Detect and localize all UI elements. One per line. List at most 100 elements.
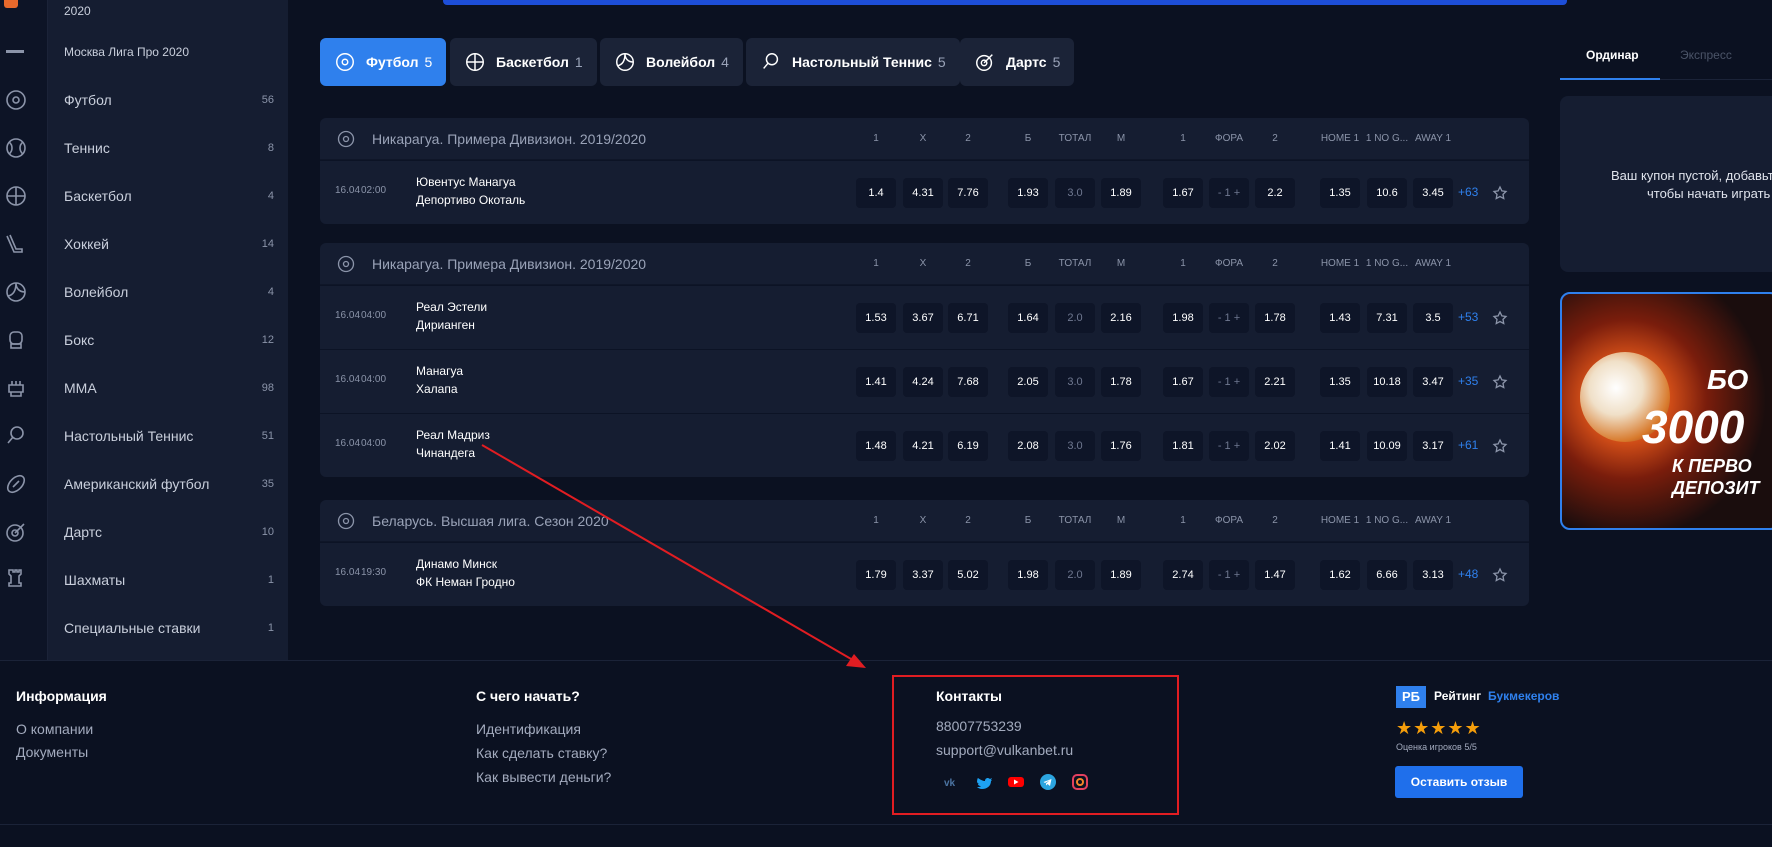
boxing-glove-icon[interactable] (4, 328, 28, 352)
odds-button[interactable]: 1.47 (1255, 560, 1295, 590)
odds-button[interactable]: - 1 + (1209, 431, 1249, 461)
tab-volleyball[interactable]: Волейбол 4 (600, 38, 743, 86)
tab-football[interactable]: Футбол 5 (320, 38, 447, 86)
more-markets-link[interactable]: +61 (1458, 438, 1478, 452)
odds-button[interactable]: 1.98 (1008, 560, 1048, 590)
odds-button[interactable]: 7.31 (1367, 303, 1407, 333)
league-header[interactable]: Никарагуа. Примера Дивизион. 2019/2020 1 X… (320, 118, 1529, 160)
odds-button[interactable]: 3.45 (1413, 178, 1453, 208)
odds-button[interactable]: 3.37 (903, 560, 943, 590)
rating-link[interactable]: Букмекеров (1488, 689, 1559, 703)
odds-button[interactable]: 1.41 (1320, 431, 1360, 461)
odds-button[interactable]: 7.68 (948, 367, 988, 397)
favorite-star-icon[interactable] (1492, 567, 1508, 583)
sidebar-item-table-tennis[interactable]: Настольный Теннис 51 (64, 426, 274, 446)
sidebar-item-special-bets[interactable]: Специальные ставки 1 (64, 618, 274, 638)
odds-button[interactable]: 1.4 (856, 178, 896, 208)
footer-link-documents[interactable]: Документы (16, 744, 88, 760)
odds-button[interactable]: 1.35 (1320, 178, 1360, 208)
odds-button[interactable]: 1.48 (856, 431, 896, 461)
sidebar-item-mma[interactable]: MMA 98 (64, 378, 274, 398)
odds-button[interactable]: 6.19 (948, 431, 988, 461)
odds-button[interactable]: - 1 + (1209, 303, 1249, 333)
odds-button[interactable]: 5.02 (948, 560, 988, 590)
odds-button[interactable]: - 1 + (1209, 178, 1249, 208)
match-row[interactable]: 16.04 02:00 Ювентус Манагуа Депортиво Окота… (320, 160, 1529, 224)
away-team[interactable]: Халапа (416, 382, 458, 396)
away-team[interactable]: Депортиво Окоталь (416, 193, 525, 207)
leave-review-button[interactable]: Оставить отзыв (1395, 766, 1523, 798)
odds-button[interactable]: 1.43 (1320, 303, 1360, 333)
tennis-ball-icon[interactable] (4, 136, 28, 160)
odds-button[interactable]: 1.67 (1163, 178, 1203, 208)
hockey-stick-icon[interactable] (4, 232, 28, 256)
sidebar-item-volleyball[interactable]: Волейбол 4 (64, 282, 274, 302)
odds-button[interactable]: 1.67 (1163, 367, 1203, 397)
odds-button[interactable]: 1.76 (1101, 431, 1141, 461)
home-team[interactable]: Реал Мадриз (416, 428, 490, 442)
sidebar-item-american-football[interactable]: Американский футбол 35 (64, 474, 274, 494)
odds-button[interactable]: 1.78 (1255, 303, 1295, 333)
footer-link-identification[interactable]: Идентификация (476, 721, 581, 737)
odds-button[interactable]: 1.89 (1101, 560, 1141, 590)
odds-button[interactable]: 7.76 (948, 178, 988, 208)
odds-button[interactable]: 2.21 (1255, 367, 1295, 397)
odds-button[interactable]: 1.78 (1101, 367, 1141, 397)
home-team[interactable]: Манагуа (416, 364, 463, 378)
odds-button[interactable]: 2.0 (1055, 303, 1095, 333)
odds-button[interactable]: 1.81 (1163, 431, 1203, 461)
favorite-star-icon[interactable] (1492, 374, 1508, 390)
match-row[interactable]: 16.04 04:00 Манагуа Халапа 1.41 4.24 7.68 2.05 3… (320, 349, 1529, 413)
mma-glove-icon[interactable] (4, 376, 28, 400)
odds-button[interactable]: 2.08 (1008, 431, 1048, 461)
basketball-icon[interactable] (4, 184, 28, 208)
home-team[interactable]: Динамо Минск (416, 557, 497, 571)
away-team[interactable]: Чинандега (416, 446, 475, 460)
sidebar-item-football[interactable]: Футбол 56 (64, 90, 274, 110)
odds-button[interactable]: 2.05 (1008, 367, 1048, 397)
tab-express-bet[interactable]: Экспресс (1680, 48, 1732, 62)
odds-button[interactable]: 3.0 (1055, 367, 1095, 397)
odds-button[interactable]: 1.62 (1320, 560, 1360, 590)
footer-link-make-bet[interactable]: Как сделать ставку? (476, 745, 607, 761)
odds-button[interactable]: 3.5 (1413, 303, 1453, 333)
chess-rook-icon[interactable] (4, 566, 28, 590)
more-markets-link[interactable]: +48 (1458, 567, 1478, 581)
home-team[interactable]: Реал Эстели (416, 300, 487, 314)
odds-button[interactable]: 1.53 (856, 303, 896, 333)
match-row[interactable]: 16.04 04:00 Реал Мадриз Чинандега 1.48 4.21 6.… (320, 413, 1529, 477)
odds-button[interactable]: 2.0 (1055, 560, 1095, 590)
odds-button[interactable]: 3.47 (1413, 367, 1453, 397)
odds-button[interactable]: 2.2 (1255, 178, 1295, 208)
favorite-star-icon[interactable] (1492, 185, 1508, 201)
table-tennis-icon[interactable] (4, 424, 28, 448)
odds-button[interactable]: 1.64 (1008, 303, 1048, 333)
top-search-bar[interactable] (443, 0, 1567, 5)
tab-table-tennis[interactable]: Настольный Теннис 5 (746, 38, 960, 86)
odds-button[interactable]: 2.02 (1255, 431, 1295, 461)
footer-link-withdraw[interactable]: Как вывести деньги? (476, 769, 611, 785)
footer-link-about[interactable]: О компании (16, 721, 93, 737)
odds-button[interactable]: 10.6 (1367, 178, 1407, 208)
odds-button[interactable]: 1.79 (856, 560, 896, 590)
league-header[interactable]: Никарагуа. Примера Дивизион. 2019/2020 1 X… (320, 243, 1529, 285)
odds-button[interactable]: 4.21 (903, 431, 943, 461)
odds-button[interactable]: 1.35 (1320, 367, 1360, 397)
away-team[interactable]: ФК Неман Гродно (416, 575, 515, 589)
home-team[interactable]: Ювентус Манагуа (416, 175, 516, 189)
odds-button[interactable]: 1.89 (1101, 178, 1141, 208)
odds-button[interactable]: 4.24 (903, 367, 943, 397)
league-header[interactable]: Беларусь. Высшая лига. Сезон 2020 1 X 2 Б ТОТ… (320, 500, 1529, 542)
odds-button[interactable]: 1.41 (856, 367, 896, 397)
sidebar-item-tennis[interactable]: Теннис 8 (64, 138, 274, 158)
away-team[interactable]: Дирианген (416, 318, 475, 332)
tab-darts[interactable]: Дартс 5 (960, 38, 1075, 86)
favorite-star-icon[interactable] (1492, 310, 1508, 326)
odds-button[interactable]: 6.71 (948, 303, 988, 333)
promo-banner[interactable]: БО 3000 К ПЕРВО ДЕПОЗИТ (1560, 292, 1772, 530)
odds-button[interactable]: 3.67 (903, 303, 943, 333)
odds-button[interactable]: 2.74 (1163, 560, 1203, 590)
tab-basketball[interactable]: Баскетбол 1 (450, 38, 597, 86)
more-markets-link[interactable]: +63 (1458, 185, 1478, 199)
odds-button[interactable]: 10.18 (1367, 367, 1407, 397)
